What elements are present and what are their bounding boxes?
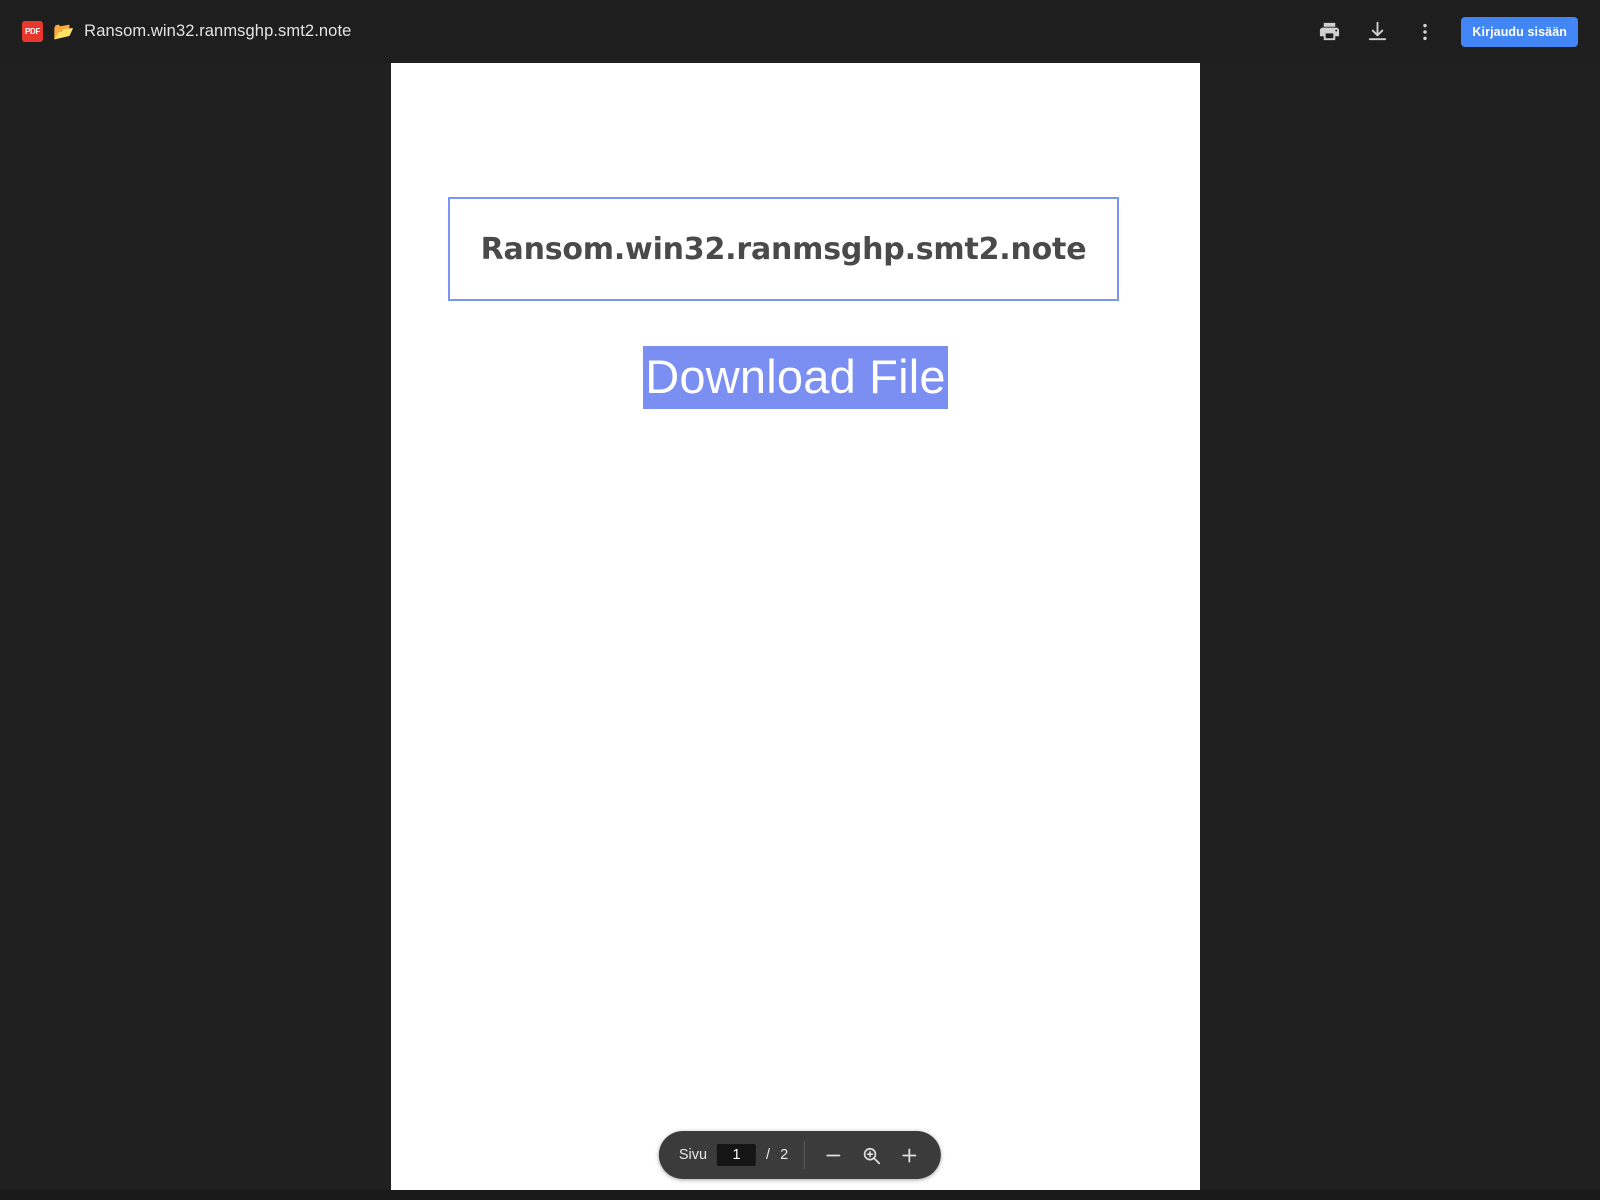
- pdf-heading-text: Ransom.win32.ranmsghp.smt2.note: [480, 231, 1087, 267]
- zoom-controls-group: [805, 1131, 941, 1179]
- more-options-button[interactable]: [1405, 12, 1445, 52]
- sign-in-button[interactable]: Kirjaudu sisään: [1461, 16, 1578, 47]
- page-navigation-group: Sivu / 2: [659, 1131, 804, 1179]
- page-separator: /: [766, 1147, 771, 1163]
- pdf-page-1[interactable]: Ransom.win32.ranmsghp.smt2.note Download…: [391, 63, 1200, 1191]
- top-toolbar: PDF 📂 Ransom.win32.ranmsghp.smt2.note Ki…: [0, 0, 1600, 63]
- plus-icon: [899, 1145, 920, 1166]
- document-title: Ransom.win32.ranmsghp.smt2.note: [84, 22, 352, 40]
- top-toolbar-actions: Kirjaudu sisään: [1305, 12, 1600, 52]
- viewer-bottom-toolbar: Sivu / 2: [658, 1131, 942, 1179]
- print-button[interactable]: [1309, 12, 1349, 52]
- minus-icon: [823, 1145, 844, 1166]
- page-number-input[interactable]: [717, 1144, 757, 1166]
- zoom-in-button[interactable]: [891, 1137, 927, 1173]
- printer-icon: [1318, 20, 1341, 43]
- open-folder-icon: 📂: [53, 22, 75, 41]
- pdf-badge-label: PDF: [24, 26, 41, 36]
- pdf-heading-box: Ransom.win32.ranmsghp.smt2.note: [448, 197, 1119, 301]
- zoom-level-button[interactable]: [853, 1137, 889, 1173]
- page-label: Sivu: [678, 1147, 708, 1163]
- pdf-file-icon: PDF: [22, 21, 43, 42]
- kebab-menu-icon: [1414, 21, 1436, 43]
- total-pages-label: 2: [780, 1147, 789, 1163]
- viewer-bottom-edge: [0, 1190, 1600, 1200]
- pdf-viewer-window: PDF 📂 Ransom.win32.ranmsghp.smt2.note Ki…: [0, 0, 1600, 1200]
- download-file-link[interactable]: Download File: [643, 346, 948, 409]
- zoom-out-button[interactable]: [815, 1137, 851, 1173]
- document-identity-group: PDF 📂 Ransom.win32.ranmsghp.smt2.note: [0, 21, 1305, 42]
- pdf-viewer-canvas[interactable]: Ransom.win32.ranmsghp.smt2.note Download…: [0, 63, 1600, 1200]
- magnifier-zoom-icon: [861, 1145, 882, 1166]
- download-link-row: Download File: [391, 346, 1200, 409]
- download-button[interactable]: [1357, 12, 1397, 52]
- download-icon: [1366, 20, 1389, 43]
